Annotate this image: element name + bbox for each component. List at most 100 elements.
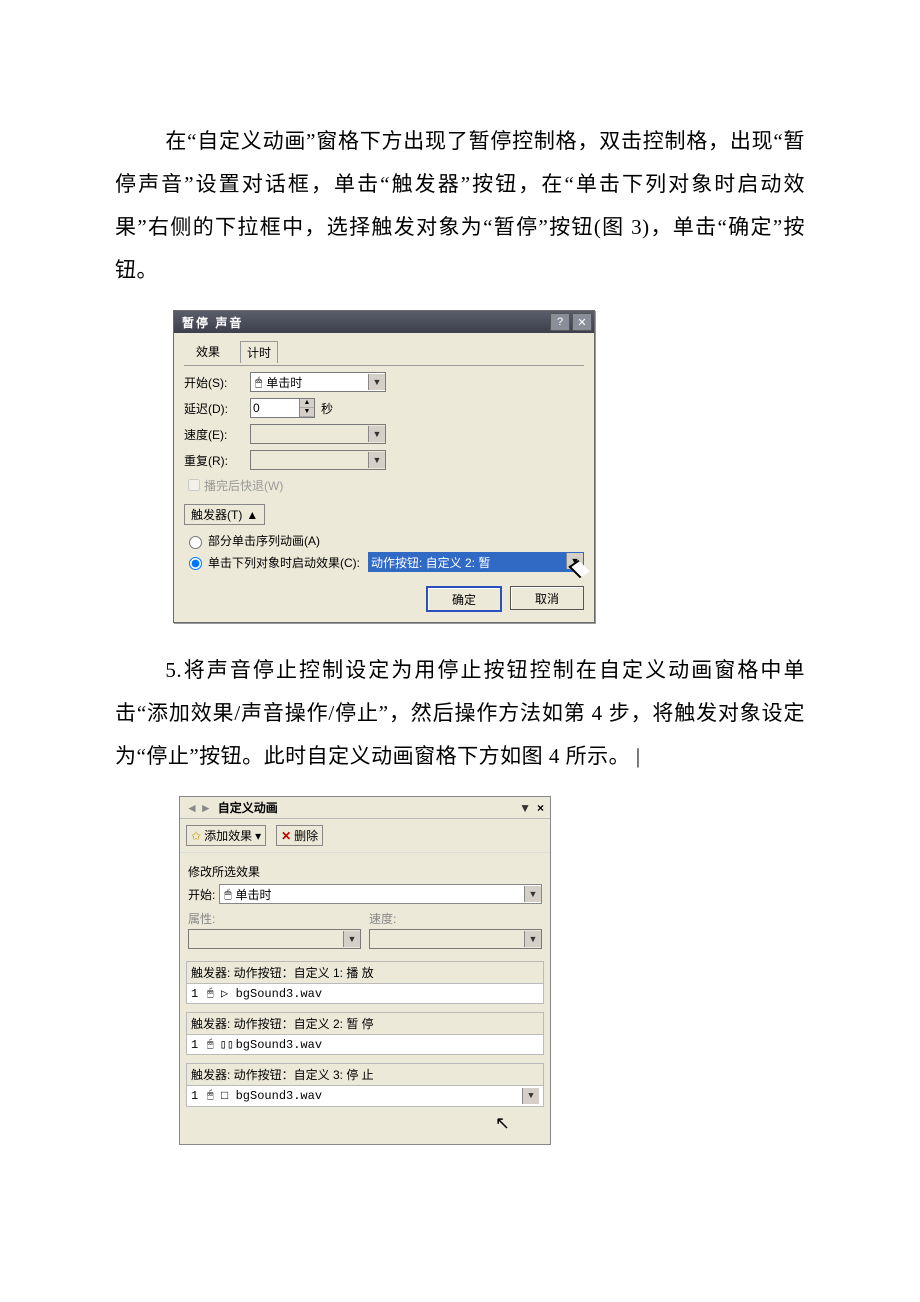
- trigger-group-3: 触发器: 动作按钮：自定义 3: 停 止 1 🖱 □ bgSound3.wav …: [186, 1063, 544, 1107]
- dialog-tabs: 效果 计时: [184, 339, 584, 363]
- pane-titlebar: ◄ ► 自定义动画 ▼ ×: [180, 797, 550, 819]
- add-effect-button[interactable]: ✩ 添加效果 ▾: [186, 825, 266, 846]
- row-delay: 延迟(D): ▲▼ 秒: [184, 398, 584, 418]
- pane-start-combo[interactable]: 🖱 单击时 ▼: [219, 884, 542, 904]
- row-start: 开始(S): 🖱 单击时 ▼: [184, 372, 584, 392]
- chevron-down-icon[interactable]: ▼: [566, 553, 583, 569]
- cursor-icon: ↖: [180, 1107, 550, 1144]
- radio-row-click-object: 单击下列对象时启动效果(C): 动作按钮: 自定义 2: 暂 ▼: [184, 552, 584, 572]
- ok-button[interactable]: 确定: [426, 586, 502, 612]
- delay-input[interactable]: [251, 400, 299, 416]
- cancel-button[interactable]: 取消: [510, 586, 584, 610]
- rewind-label: 播完后快退(W): [204, 477, 283, 494]
- animation-item: bgSound3.wav: [236, 1089, 322, 1103]
- paragraph-2: 5.将声音停止控制设定为用停止按钮控制在自定义动画窗格中单击“添加效果/声音操作…: [115, 649, 805, 778]
- repeat-combo: ▼: [250, 450, 386, 470]
- back-icon[interactable]: ◄: [186, 801, 198, 815]
- tab-timing[interactable]: 计时: [240, 341, 278, 363]
- pane-start-label: 开始:: [188, 886, 215, 903]
- trigger-object-value: 动作按钮: 自定义 2: 暂: [371, 554, 490, 571]
- animation-row[interactable]: 1 🖱 ▷ bgSound3.wav: [186, 983, 544, 1004]
- radio-sequence[interactable]: [189, 536, 202, 549]
- start-combo[interactable]: 🖱 单击时 ▼: [250, 372, 386, 392]
- animation-row[interactable]: 1 🖱 ▯▯ bgSound3.wav: [186, 1034, 544, 1055]
- dialog-body: 效果 计时 开始(S): 🖱 单击时 ▼ 延迟(D): ▲▼ 秒: [174, 333, 594, 622]
- row-speed: 速度(E): ▼: [184, 424, 584, 444]
- label-delay: 延迟(D):: [184, 400, 250, 417]
- pane-title: 自定义动画: [218, 799, 519, 816]
- mouse-icon: 🖱: [207, 988, 214, 1000]
- collapse-icon: ▲: [246, 508, 258, 522]
- delay-unit: 秒: [321, 400, 333, 417]
- mouse-icon: 🖱: [207, 1090, 214, 1102]
- pane-prop-combo: ▼: [188, 929, 361, 949]
- order-number: 1: [191, 987, 201, 1001]
- chevron-down-icon[interactable]: ▼: [524, 886, 541, 902]
- paragraph-1: 在“自定义动画”窗格下方出现了暂停控制格，双击控制格，出现“暂停声音”设置对话框…: [115, 120, 805, 292]
- trigger-group-2: 触发器: 动作按钮：自定义 2: 暂 停 1 🖱 ▯▯ bgSound3.wav: [186, 1012, 544, 1055]
- label-speed: 速度(E):: [184, 426, 250, 443]
- remove-button[interactable]: ✕ 删除: [276, 825, 323, 846]
- modify-label: 修改所选效果: [188, 863, 542, 880]
- chevron-down-icon[interactable]: ▼: [368, 374, 385, 390]
- play-icon: ▷: [220, 986, 230, 1001]
- pause-sound-dialog: 暂停 声音 ? ✕ 效果 计时 开始(S): 🖱 单击时 ▼ 延迟(D):: [173, 310, 595, 623]
- trigger-header: 触发器: 动作按钮：自定义 3: 停 止: [186, 1063, 544, 1085]
- spinner-buttons[interactable]: ▲▼: [299, 399, 314, 417]
- mouse-icon: 🖱: [255, 375, 262, 390]
- row-rewind: 播完后快退(W): [184, 476, 584, 494]
- close-button[interactable]: ✕: [572, 313, 592, 331]
- dialog-title: 暂停 声音: [182, 314, 548, 331]
- dialog-button-row: 确定 取消: [184, 586, 584, 612]
- label-start: 开始(S):: [184, 374, 250, 391]
- add-effect-label: 添加效果: [204, 827, 252, 844]
- radio-sequence-label: 部分单击序列动画(A): [208, 532, 320, 549]
- order-number: 1: [191, 1089, 201, 1103]
- mouse-icon: 🖱: [224, 887, 231, 902]
- help-button[interactable]: ?: [550, 313, 570, 331]
- trigger-header: 触发器: 动作按钮：自定义 2: 暂 停: [186, 1012, 544, 1034]
- chevron-down-icon: ▼: [368, 452, 385, 468]
- stop-icon: □: [220, 1089, 230, 1103]
- animation-item: bgSound3.wav: [236, 987, 322, 1001]
- remove-label: 删除: [294, 827, 318, 844]
- trigger-group-1: 触发器: 动作按钮：自定义 1: 播 放 1 🖱 ▷ bgSound3.wav: [186, 961, 544, 1004]
- radio-row-sequence: 部分单击序列动画(A): [184, 532, 584, 549]
- animation-item: bgSound3.wav: [236, 1038, 322, 1052]
- animation-row[interactable]: 1 🖱 □ bgSound3.wav ▼: [186, 1085, 544, 1107]
- document-page: 在“自定义动画”窗格下方出现了暂停控制格，双击控制格，出现“暂停声音”设置对话框…: [0, 0, 920, 1225]
- pane-menu-icon[interactable]: ▼: [519, 801, 531, 815]
- pane-close-icon[interactable]: ×: [537, 801, 544, 815]
- chevron-down-icon: ▼: [524, 931, 541, 947]
- trigger-toggle-button[interactable]: 触发器(T) ▲: [184, 504, 265, 525]
- forward-icon[interactable]: ►: [200, 801, 212, 815]
- trigger-object-combo[interactable]: 动作按钮: 自定义 2: 暂 ▼: [368, 552, 584, 572]
- star-icon: ✩: [191, 829, 201, 843]
- speed-combo: ▼: [250, 424, 386, 444]
- trigger-header: 触发器: 动作按钮：自定义 1: 播 放: [186, 961, 544, 983]
- pane-prop-label: 属性:: [188, 912, 215, 926]
- delay-spinner[interactable]: ▲▼: [250, 398, 315, 418]
- pane-prop-speed-row: 属性: ▼ 速度: ▼: [188, 910, 542, 949]
- pane-speed-combo: ▼: [369, 929, 542, 949]
- custom-animation-pane: ◄ ► 自定义动画 ▼ × ✩ 添加效果 ▾ ✕ 删除 修改所选效果 开始: 🖱: [179, 796, 551, 1145]
- pause-icon: ▯▯: [220, 1037, 230, 1052]
- row-repeat: 重复(R): ▼: [184, 450, 584, 470]
- pane-modify-section: 修改所选效果 开始: 🖱 单击时 ▼ 属性: ▼ 速度:: [180, 853, 550, 953]
- pane-toolbar: ✩ 添加效果 ▾ ✕ 删除: [180, 819, 550, 853]
- x-icon: ✕: [281, 829, 291, 843]
- start-value: 单击时: [266, 374, 368, 391]
- dialog-titlebar: 暂停 声音 ? ✕: [174, 311, 594, 333]
- tab-effect[interactable]: 效果: [190, 341, 226, 363]
- pane-start-value: 单击时: [236, 886, 524, 903]
- chevron-down-icon: ▾: [255, 829, 261, 843]
- radio-click-label: 单击下列对象时启动效果(C):: [208, 554, 360, 571]
- radio-click-object[interactable]: [189, 557, 202, 570]
- pane-speed-label: 速度:: [369, 912, 396, 926]
- trigger-button-label: 触发器(T): [191, 506, 242, 523]
- order-number: 1: [191, 1038, 201, 1052]
- label-repeat: 重复(R):: [184, 452, 250, 469]
- chevron-down-icon: ▼: [368, 426, 385, 442]
- rewind-checkbox: [188, 479, 200, 491]
- chevron-down-icon[interactable]: ▼: [522, 1088, 539, 1104]
